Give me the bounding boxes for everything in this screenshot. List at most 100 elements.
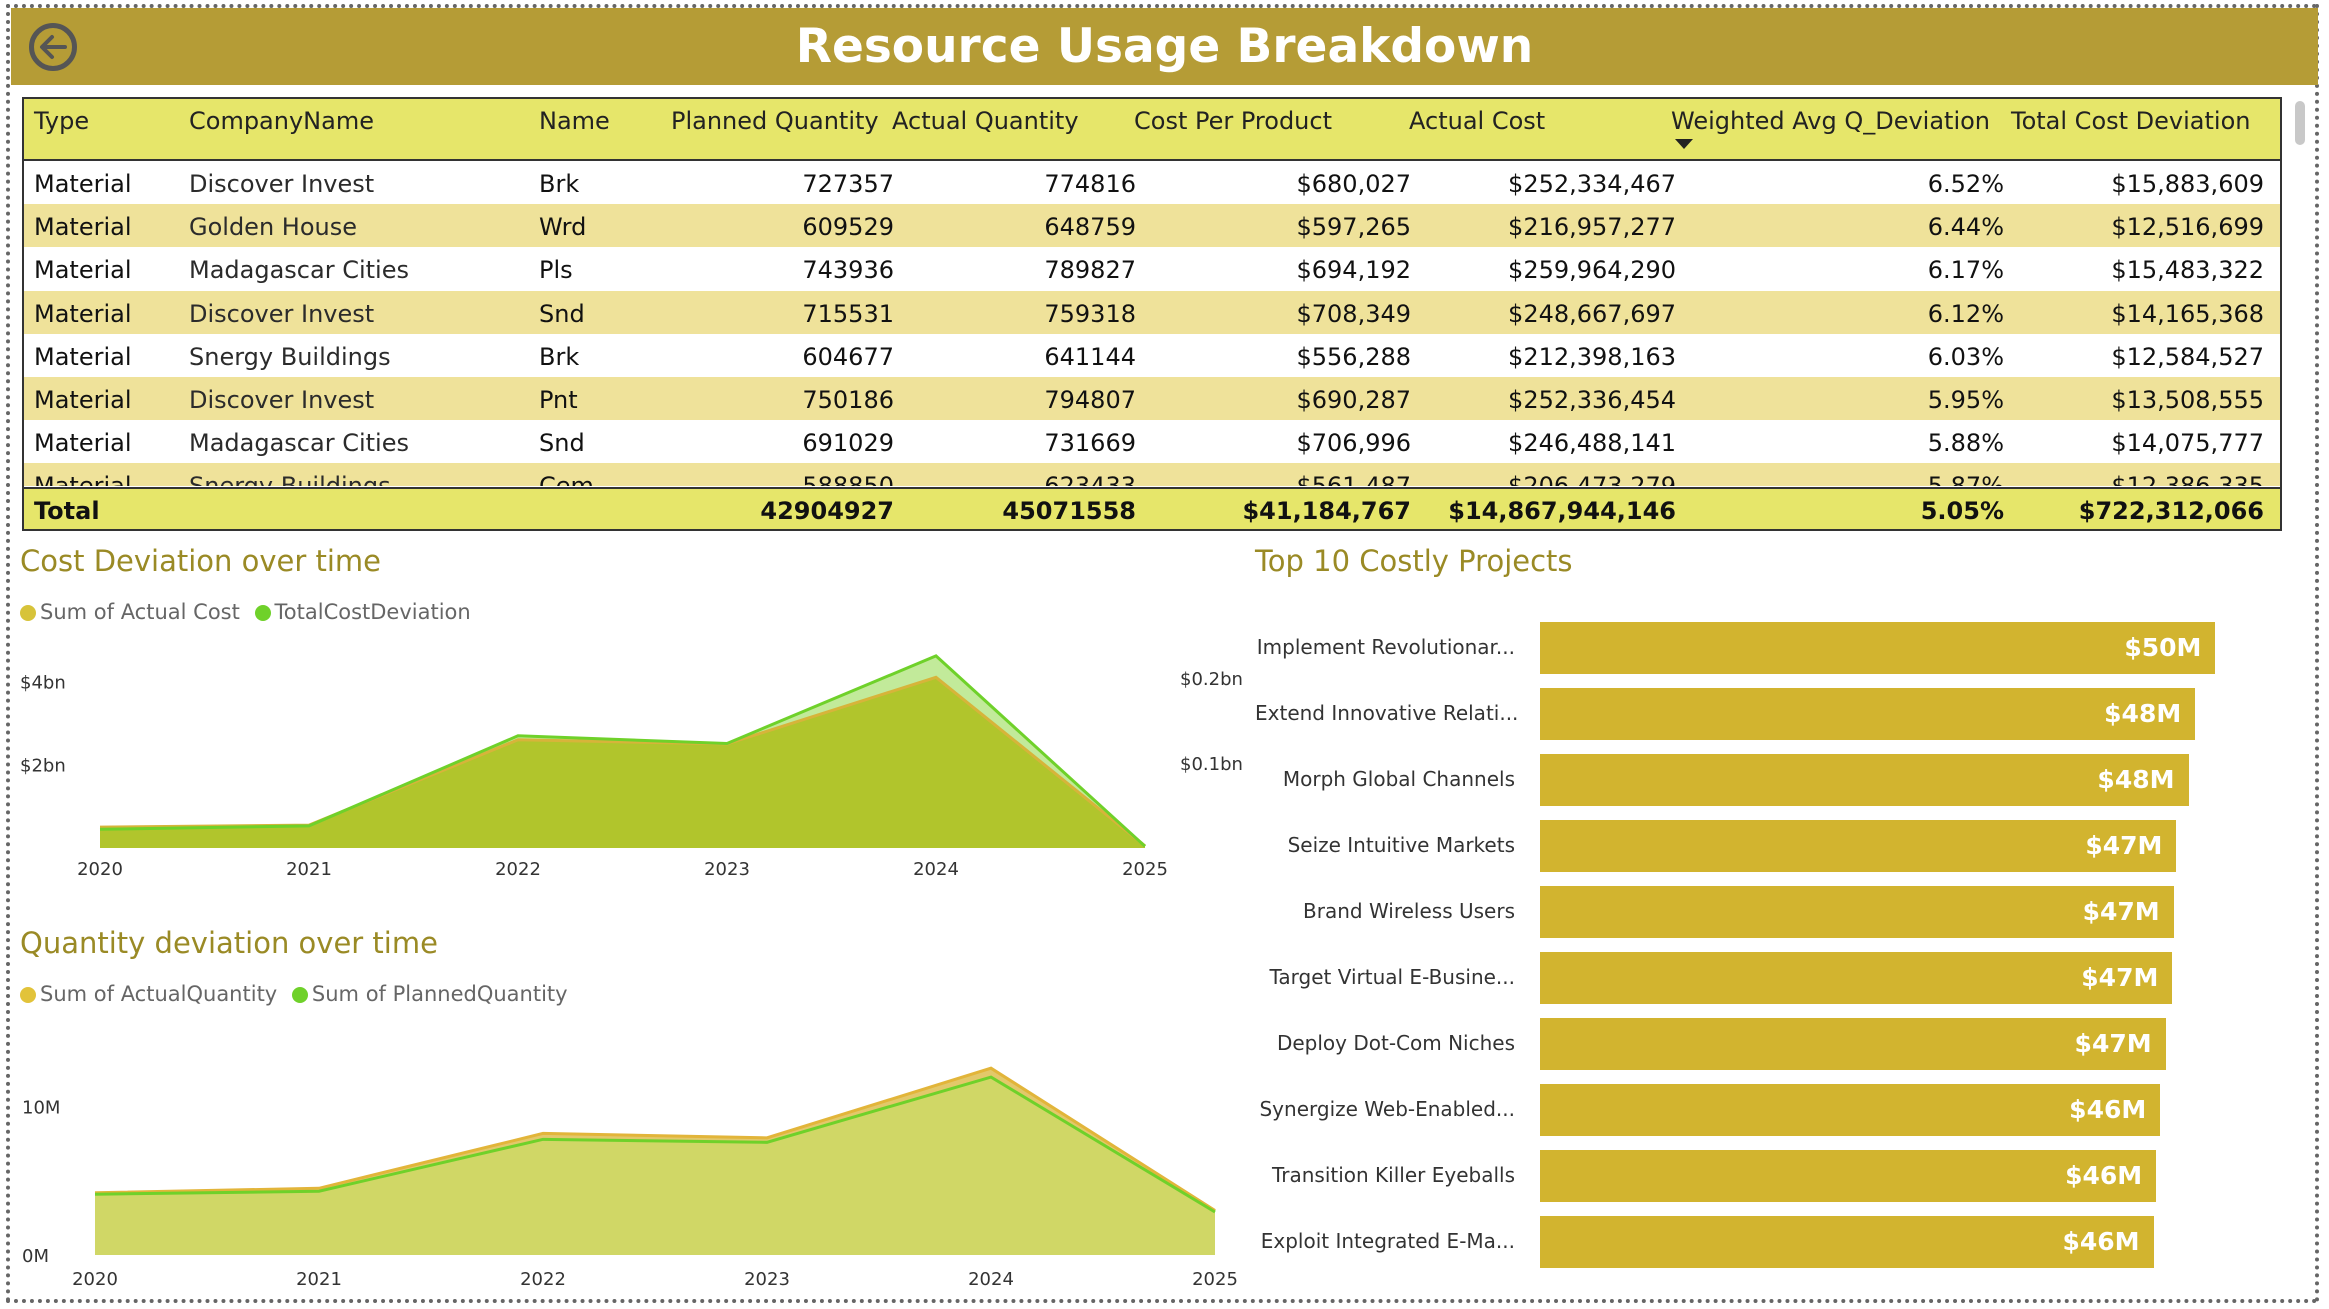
cell-actual-quantity: 794807 [1044, 386, 1136, 414]
project-bar[interactable]: $50M [1540, 622, 2216, 674]
cell-actual-cost: $206,473,279 [1414, 463, 1676, 486]
total-weighted-avg-q-deviation: 5.05% [1920, 497, 2004, 525]
sort-descending-icon[interactable] [1675, 139, 1693, 149]
cell-actual-cost: $248,667,697 [1508, 299, 1676, 328]
project-bar[interactable]: $47M [1540, 952, 2173, 1004]
table-body: Material Discover Invest Brk 727357 774816 $6… [24, 161, 2280, 486]
table-row[interactable]: Material Snergy Buildings Brk 604677 641144 $… [24, 334, 2280, 377]
total-cost-per-product: $41,184,767 [1242, 497, 1411, 525]
table-row[interactable]: Material Discover Invest Pnt 750186 794807 $6… [24, 377, 2280, 420]
bar-value-label: $46M [2062, 1227, 2140, 1256]
y-axis-tick: 0M [22, 1246, 49, 1267]
header-bar: Resource Usage Breakdown [11, 8, 2318, 85]
back-arrow-icon[interactable] [29, 23, 77, 71]
quantity-chart-title: Quantity deviation over time [20, 926, 438, 960]
cell-weighted-avg-q-deviation: 6.44% [1927, 213, 2004, 242]
project-bar[interactable]: $46M [1540, 1150, 2157, 1202]
cell-actual-quantity: 623433 [894, 463, 1136, 486]
cell-type: Material [34, 256, 132, 285]
bar-value-label: $46M [2065, 1161, 2143, 1190]
column-header-actual-cost[interactable]: Actual Cost [1409, 107, 1545, 135]
table-scrollbar[interactable] [2291, 97, 2309, 531]
cell-actual-quantity: 731669 [1044, 429, 1136, 458]
column-header-planned-quantity[interactable]: Planned Quantity [671, 107, 879, 135]
legend-item-planned-quantity[interactable]: Sum of PlannedQuantity [291, 982, 568, 1006]
cell-actual-quantity: 641144 [1044, 342, 1136, 371]
column-header-name[interactable]: Name [539, 107, 610, 135]
bar-category-label: Implement Revolutionar... [1256, 635, 1515, 659]
top-projects-title: Top 10 Costly Projects [1255, 544, 1573, 578]
cell-total-cost-deviation: $13,508,555 [2111, 386, 2264, 414]
bar-value-label: $47M [2085, 831, 2163, 860]
left-axis-tick: $4bn [20, 672, 66, 693]
project-bar[interactable]: $47M [1540, 1018, 2166, 1070]
legend-dot [20, 605, 36, 621]
cell-cost-per-product: $706,996 [1296, 429, 1411, 458]
table-row[interactable]: MaterialSnergy BuildingsCem588850623433$… [24, 463, 2280, 486]
column-header-weighted-avg-q-deviation[interactable]: Weighted Avg Q_Deviation [1671, 107, 1990, 135]
cell-actual-cost: $246,488,141 [1508, 429, 1676, 458]
cell-planned-quantity: 750186 [802, 386, 894, 414]
cell-actual-quantity: 759318 [1044, 299, 1136, 328]
cell-company-name: Golden House [189, 213, 357, 242]
table-row[interactable]: Material Madagascar Cities Pls 743936 789827… [24, 247, 2280, 290]
scrollbar-thumb[interactable] [2295, 101, 2305, 145]
project-bar[interactable]: $47M [1540, 886, 2174, 938]
cell-total-cost-deviation: $12,516,699 [2111, 213, 2264, 242]
column-header-actual-quantity[interactable]: Actual Quantity [892, 107, 1079, 135]
y-axis-tick: 10M [22, 1098, 60, 1119]
cell-cost-per-product: $597,265 [1296, 213, 1411, 242]
bar-category-label: Extend Innovative Relati... [1255, 701, 1519, 725]
x-axis-tick: 2022 [495, 859, 541, 880]
resource-table: Type CompanyName Name Planned Quantity A… [22, 97, 2282, 531]
cell-planned-quantity: 604677 [802, 342, 894, 371]
project-bar[interactable]: $48M [1540, 754, 2189, 806]
project-bar[interactable]: $46M [1540, 1216, 2154, 1268]
top-projects-bar-chart: Implement Revolutionar... $50M Extend Inno… [1255, 600, 2305, 1290]
cell-type: Material [34, 213, 132, 242]
table-row[interactable]: Material Golden House Wrd 609529 648759 $597,… [24, 204, 2280, 248]
cell-company-name: Madagascar Cities [189, 256, 409, 285]
bar-category-label: Morph Global Channels [1282, 767, 1515, 791]
total-planned-quantity: 42904927 [760, 497, 894, 525]
bar-category-label: Deploy Dot-Com Niches [1276, 1031, 1515, 1055]
right-axis-tick: $0.2bn [1180, 669, 1243, 690]
cell-planned-quantity: 715531 [802, 299, 894, 328]
project-bar[interactable]: $48M [1540, 688, 2196, 740]
table-row[interactable]: Material Discover Invest Snd 715531 759318 $7… [24, 290, 2280, 334]
bar-value-label: $46M [2069, 1095, 2147, 1124]
cell-total-cost-deviation: $14,165,368 [2111, 299, 2264, 328]
column-header-total-cost-deviation[interactable]: Total Cost Deviation [2011, 107, 2250, 135]
x-axis-tick: 2021 [286, 859, 332, 880]
legend-item-actual-quantity[interactable]: Sum of ActualQuantity [20, 982, 277, 1006]
total-cost-deviation: $722,312,066 [2078, 497, 2264, 525]
column-header-type[interactable]: Type [34, 107, 89, 135]
project-bar[interactable]: $47M [1540, 820, 2177, 872]
cell-weighted-avg-q-deviation: 6.17% [1927, 256, 2004, 285]
column-header-companyname[interactable]: CompanyName [189, 107, 374, 135]
cell-cost-per-product: $708,349 [1296, 299, 1411, 328]
cell-planned-quantity: 691029 [802, 429, 894, 458]
project-bar[interactable]: $46M [1540, 1084, 2161, 1136]
x-axis-tick: 2020 [77, 859, 123, 880]
x-axis-tick: 2024 [968, 1269, 1014, 1290]
cell-weighted-avg-q-deviation: 6.52% [1927, 170, 2004, 198]
cell-actual-quantity: 648759 [1044, 213, 1136, 242]
cell-type: Material [34, 463, 184, 486]
table-header: Type CompanyName Name Planned Quantity A… [24, 99, 2280, 161]
column-header-cost-per-product[interactable]: Cost Per Product [1134, 107, 1332, 135]
cell-cost-per-product: $690,287 [1296, 386, 1411, 414]
total-actual-cost: $14,867,944,146 [1448, 497, 1676, 525]
bar-value-label: $50M [2124, 633, 2202, 662]
cell-actual-cost: $252,334,467 [1508, 170, 1676, 198]
table-row[interactable]: Material Madagascar Cities Snd 691029 731669… [24, 420, 2280, 463]
cell-actual-cost: $216,957,277 [1508, 213, 1676, 242]
cell-actual-cost: $252,336,454 [1508, 386, 1676, 414]
table-row[interactable]: Material Discover Invest Brk 727357 774816 $6… [24, 161, 2280, 204]
cell-company-name: Madagascar Cities [189, 429, 409, 458]
cell-cost-per-product: $561,487 [1144, 463, 1411, 486]
total-actual-quantity: 45071558 [1002, 497, 1136, 525]
cell-planned-quantity: 609529 [802, 213, 894, 242]
bar-category-label: Transition Killer Eyeballs [1271, 1163, 1515, 1187]
cell-planned-quantity: 743936 [802, 256, 894, 285]
